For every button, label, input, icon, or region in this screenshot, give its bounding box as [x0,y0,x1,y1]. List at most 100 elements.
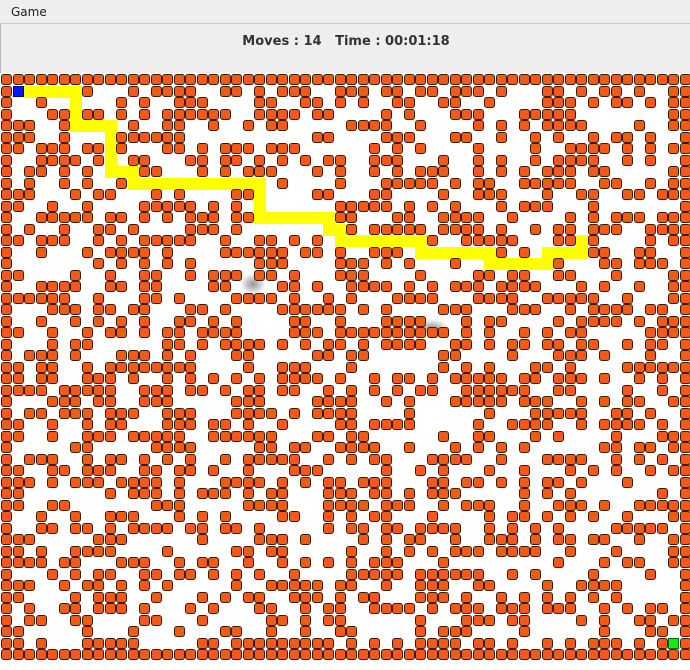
wall-block [392,143,403,154]
wall-block [449,74,461,85]
wall-block [461,85,472,97]
wall-block [633,315,645,327]
wall-block [461,338,472,350]
wall-block [81,384,93,396]
wall-block [415,534,426,545]
wall-block [58,177,70,189]
wall-block [472,419,484,430]
wall-block [24,166,35,177]
wall-block [679,85,690,97]
wall-block [633,396,645,407]
wall-block [47,361,58,373]
wall-block [679,97,690,108]
wall-block [553,235,564,246]
wall-block [35,614,47,626]
wall-block [1,350,12,361]
wall-block [507,235,518,246]
wall-block [461,74,472,85]
path-cell [219,177,232,190]
wall-block [288,108,300,120]
wall-block [599,74,610,85]
wall-block [472,154,484,166]
wall-block [288,568,300,580]
wall-block [288,591,300,603]
wall-block [300,373,311,384]
wall-block [1,442,12,453]
wall-block [380,511,392,522]
wall-block [495,649,507,660]
wall-block [679,200,690,212]
wall-block [518,626,530,637]
wall-block [472,292,484,304]
wall-block [656,361,668,373]
wall-block [530,177,541,189]
wall-block [311,407,323,419]
maze-board[interactable] [0,73,690,670]
wall-block [438,189,449,200]
wall-block [645,235,656,246]
wall-block [380,108,392,120]
wall-block [610,74,622,85]
wall-block [70,154,81,166]
wall-block [380,534,392,545]
wall-block [219,235,231,246]
wall-block [610,269,622,281]
wall-block [208,488,219,499]
wall-block [392,97,403,108]
wall-block [449,453,461,465]
wall-block [610,545,622,557]
path-cell [300,212,312,224]
wall-block [288,580,300,591]
wall-block [380,200,392,212]
wall-block [495,246,507,258]
path-cell [334,223,347,236]
wall-block [277,246,288,258]
wall-block [242,361,254,373]
wall-block [449,373,461,384]
wall-block [265,430,277,442]
wall-block [265,74,277,85]
wall-block [1,246,12,258]
wall-block [12,384,24,396]
wall-block [24,189,35,200]
wall-block [656,419,668,430]
wall-block [254,269,265,281]
moves-label: Moves : [242,34,304,49]
wall-block [150,361,162,373]
path-cell [461,246,473,259]
wall-block [530,361,541,373]
wall-block [633,442,645,453]
wall-block [265,580,277,591]
wall-block [461,396,472,407]
wall-block [93,74,104,85]
wall-block [495,315,507,327]
wall-block [139,384,150,396]
wall-block [668,177,679,189]
wall-block [12,476,24,488]
wall-block [116,131,127,143]
wall-block [541,177,553,189]
menu-game[interactable]: Game [4,2,54,22]
wall-block [346,120,357,131]
wall-block [139,396,150,407]
wall-block [104,522,116,534]
path-cell [127,177,140,190]
wall-block [553,97,564,108]
wall-block [242,246,254,258]
wall-block [622,154,633,166]
moves-counter: 14 [303,34,322,49]
wall-block [553,384,564,396]
wall-block [265,246,277,258]
wall-block [58,143,70,154]
wall-block [242,488,254,499]
wall-block [311,97,323,108]
wall-block [162,430,173,442]
wall-block [346,568,357,580]
wall-block [196,511,208,522]
wall-block [231,154,242,166]
wall-block [162,407,173,419]
wall-block [35,154,47,166]
wall-block [47,522,58,534]
wall-block [507,419,518,430]
wall-block [668,614,679,626]
